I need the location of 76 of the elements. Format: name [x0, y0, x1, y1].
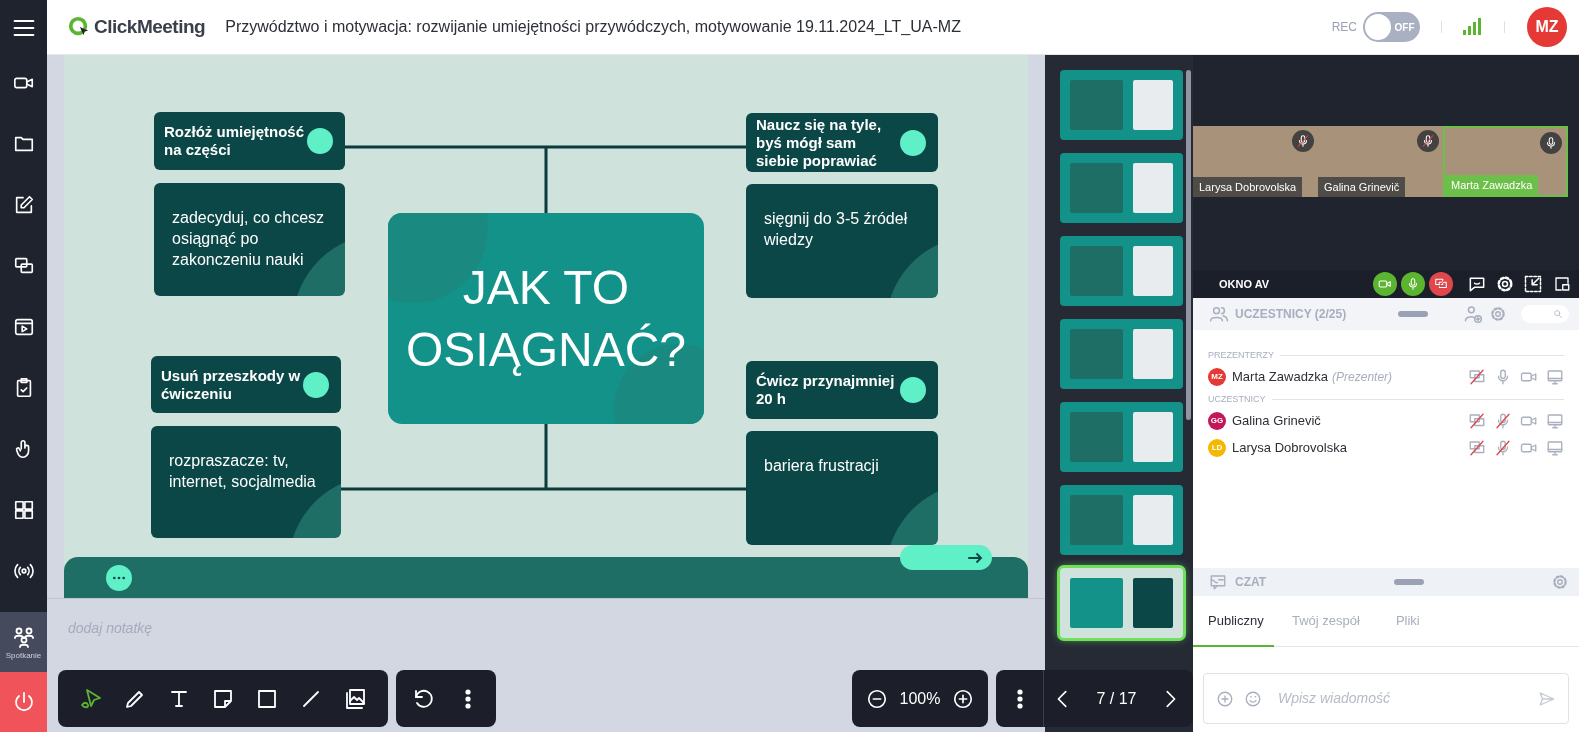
- more-vertical-icon: [465, 688, 471, 709]
- section-label: PREZENTERZY: [1208, 348, 1274, 362]
- search-icon: [1553, 309, 1563, 319]
- participant-name: Larysa Dobrovolska: [1232, 438, 1347, 457]
- crossed-screen-icon: [1434, 277, 1448, 291]
- chat-icon: [1209, 573, 1227, 591]
- zoom-in-icon: [952, 687, 974, 710]
- minimize-icon[interactable]: [1523, 274, 1543, 294]
- participant-name: Marta Zawadzka: [1232, 367, 1329, 386]
- camera-toggle[interactable]: [1373, 272, 1397, 296]
- image-icon: [343, 686, 367, 711]
- user-avatar[interactable]: MZ: [1527, 7, 1567, 47]
- topic-text: rozpraszacze: tv, internet, socjalmedia: [168, 451, 317, 492]
- chat-tab[interactable]: Twój zespół: [1274, 596, 1378, 647]
- screen-share-off-icon[interactable]: [1468, 367, 1486, 386]
- slide-counter: 7 / 17: [1095, 688, 1138, 709]
- screen-share-off-icon[interactable]: [1468, 411, 1486, 430]
- meeting-tab[interactable]: Spotkanie: [0, 612, 47, 672]
- slide-thumbnail[interactable]: [1060, 153, 1183, 223]
- slide-thumbnail[interactable]: [1060, 568, 1183, 638]
- logo-text: ClickMeeting: [94, 14, 206, 39]
- more-vertical-icon: [1016, 688, 1023, 709]
- zoom-level: 100%: [898, 688, 942, 709]
- drag-handle[interactable]: [1394, 579, 1425, 585]
- topic-title: Naucz się na tyle, byś mógł sam siebie poprawiać: [756, 115, 883, 170]
- topic-text: zadecyduj, co chcesz osiągnąć po zakonczeniu nauki: [171, 208, 326, 270]
- participant-role: (Prezenter): [1332, 368, 1393, 386]
- av-window-title: OKNO AV: [1219, 276, 1270, 292]
- picture-in-picture-icon[interactable]: [1553, 275, 1571, 293]
- zoom-out-icon: [866, 687, 888, 710]
- zoom-out-button[interactable]: [866, 687, 888, 710]
- slide-thumbnail[interactable]: [1060, 70, 1183, 140]
- record-toggle[interactable]: OFF: [1363, 12, 1420, 42]
- topic-text: sięgnij do 3-5 źródeł wiedzy: [763, 209, 909, 250]
- section-label: UCZESTNICY: [1208, 392, 1266, 406]
- topic-title: Rozłóż umiejętność na części: [164, 123, 306, 159]
- signal-strength-icon: [1462, 17, 1482, 37]
- message-input[interactable]: Wpisz wiadomość: [1278, 688, 1528, 709]
- screen-share-off-icon[interactable]: [1468, 438, 1486, 457]
- slide-thumbnail[interactable]: [1060, 485, 1183, 555]
- logo-icon: [68, 16, 90, 38]
- participant-avatar: GG: [1208, 411, 1226, 430]
- participant-avatar: MZ: [1208, 367, 1226, 386]
- chat-title: CZAT: [1235, 574, 1267, 591]
- screen-toggle[interactable]: [1429, 272, 1453, 296]
- mic-toggle[interactable]: [1401, 272, 1425, 296]
- meeting-title: Przywództwo i motywacja: rozwijanie umiejętności przywódczych, motywowanie 19.11.2024_LT_UA-MZ: [225, 17, 961, 37]
- participants-title: UCZESTNICY (2/25): [1235, 306, 1347, 323]
- chat-tab[interactable]: Pliki: [1377, 596, 1438, 647]
- users-icon: [1209, 304, 1229, 324]
- message-input-box[interactable]: Wpisz wiadomość: [1203, 673, 1569, 724]
- slide-thumbnail[interactable]: [1060, 402, 1183, 472]
- participant-name-label: Larysa Dobrovolska: [1193, 176, 1303, 197]
- chat-tab[interactable]: Publiczny: [1193, 596, 1274, 647]
- camera-icon: [1378, 277, 1392, 291]
- pointer-icon: [79, 686, 103, 711]
- chat-icon[interactable]: [1467, 274, 1487, 294]
- slide-title: JAK TO OSIĄGNAĆ?: [404, 259, 688, 378]
- zoom-in-button[interactable]: [952, 687, 974, 710]
- topic-text: bariera frustracji: [763, 456, 880, 476]
- power-button[interactable]: [0, 672, 47, 732]
- microphone-icon: [1406, 277, 1420, 291]
- rec-label: REC: [1331, 19, 1357, 36]
- topic-title: Ćwicz przynajmniej 20 h: [756, 372, 896, 408]
- settings-icon[interactable]: [1495, 274, 1515, 294]
- drag-handle[interactable]: [1398, 311, 1429, 317]
- participant-name: Galina Grinevič: [1232, 411, 1321, 430]
- video-player-icon: [12, 316, 35, 338]
- participant-avatar: LD: [1208, 438, 1226, 457]
- participant-name-label: Galina Grinevič: [1318, 176, 1406, 197]
- slide-thumbnail[interactable]: [1060, 319, 1183, 389]
- grid-icon: [12, 499, 35, 521]
- search-field[interactable]: [1521, 305, 1569, 323]
- slide-thumbnail[interactable]: [1060, 236, 1183, 306]
- participant-name-label: Marta Zawadzka: [1445, 174, 1539, 195]
- topic-title: Usuń przeszkody w ćwiczeniu: [161, 366, 302, 403]
